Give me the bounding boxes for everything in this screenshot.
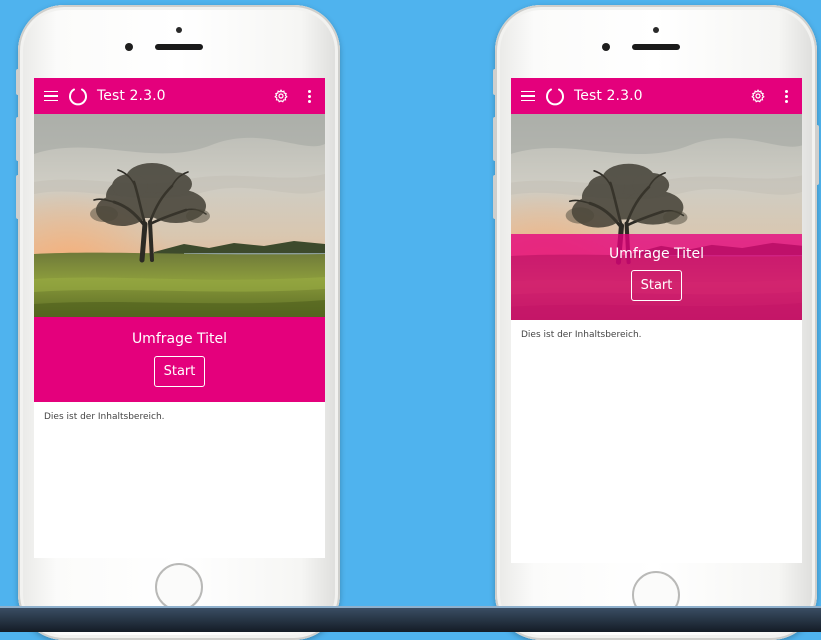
start-button[interactable]: Start — [153, 356, 206, 387]
phone-frame-left: Test 2.3.0 Umfrage Titel Start Dies ist … — [16, 5, 340, 640]
background-bottom-bar — [0, 606, 821, 632]
more-vert-icon[interactable] — [308, 89, 311, 103]
app-logo-icon — [69, 88, 87, 106]
app-bar: Test 2.3.0 — [34, 78, 325, 114]
side-button — [493, 117, 497, 161]
front-camera — [602, 43, 610, 51]
phone-frame-right: Test 2.3.0 Umfrage Titel Start Dies ist … — [493, 5, 819, 640]
survey-banner-overlay: Umfrage Titel Start — [511, 234, 802, 320]
content-area-text: Dies ist der Inhaltsbereich. — [521, 330, 642, 340]
side-button — [815, 125, 819, 185]
survey-title: Umfrage Titel — [608, 246, 705, 262]
front-sensor — [176, 27, 182, 33]
gear-icon[interactable] — [274, 89, 288, 103]
front-sensor — [653, 27, 659, 33]
menu-icon[interactable] — [521, 90, 535, 102]
hero-image: Umfrage Titel Start — [511, 114, 802, 320]
front-camera — [125, 43, 133, 51]
content-area-text: Dies ist der Inhaltsbereich. — [44, 412, 165, 422]
start-button[interactable]: Start — [630, 270, 683, 301]
gear-icon[interactable] — [751, 89, 765, 103]
side-button — [16, 69, 20, 95]
app-logo-icon — [546, 88, 564, 106]
app-title: Test 2.3.0 — [574, 88, 643, 104]
app-screen: Test 2.3.0 Umfrage Titel Start Dies ist … — [511, 78, 802, 563]
side-button — [16, 117, 20, 161]
hero-image — [34, 114, 325, 317]
menu-icon[interactable] — [44, 90, 58, 102]
landscape-image — [34, 114, 325, 317]
app-bar: Test 2.3.0 — [511, 78, 802, 114]
survey-banner: Umfrage Titel Start — [34, 317, 325, 402]
earpiece-speaker — [155, 44, 203, 50]
more-vert-icon[interactable] — [785, 89, 788, 103]
side-button — [493, 175, 497, 219]
side-button — [16, 175, 20, 219]
side-button — [493, 69, 497, 95]
home-button[interactable] — [155, 563, 203, 611]
app-title: Test 2.3.0 — [97, 88, 166, 104]
app-screen: Test 2.3.0 Umfrage Titel Start Dies ist … — [34, 78, 325, 558]
survey-title: Umfrage Titel — [131, 331, 228, 347]
earpiece-speaker — [632, 44, 680, 50]
